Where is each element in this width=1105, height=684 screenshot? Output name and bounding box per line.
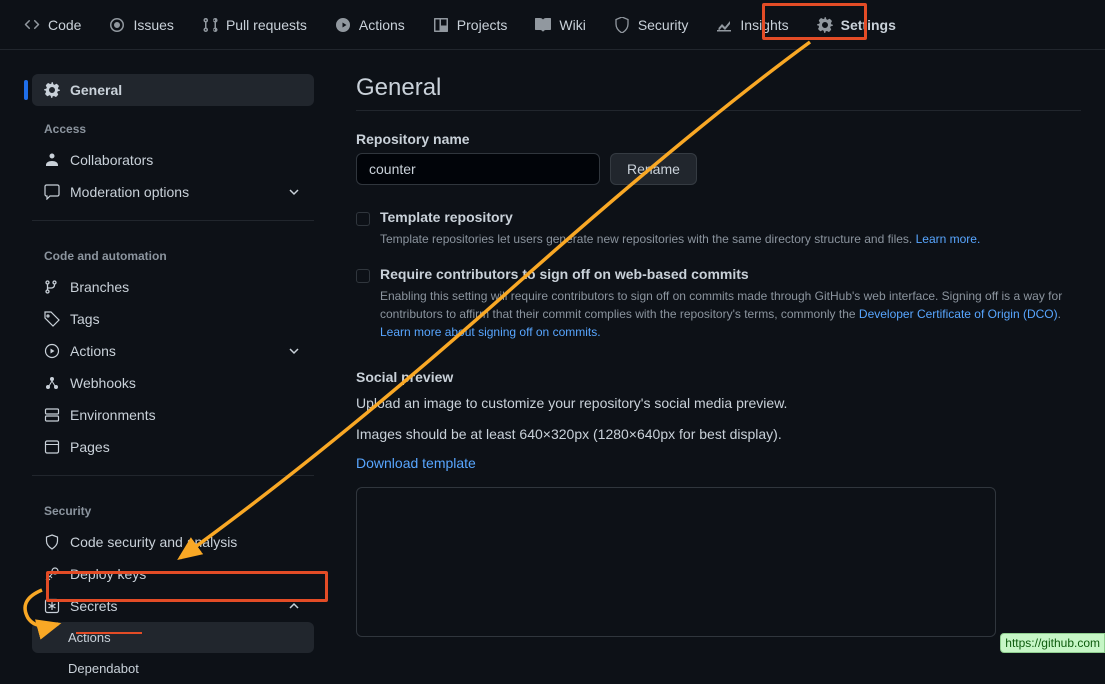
branch-icon (44, 279, 60, 295)
chevron-down-icon (286, 184, 302, 200)
server-icon (44, 407, 60, 423)
sidebar-item-tags[interactable]: Tags (32, 303, 314, 335)
sidebar-item-actions[interactable]: Actions (32, 335, 314, 367)
signoff-help: Enabling this setting will require contr… (380, 287, 1081, 341)
repo-nav: Code Issues Pull requests Actions Projec… (0, 0, 1105, 50)
sidebar-item-moderation[interactable]: Moderation options (32, 176, 314, 208)
play-icon (44, 343, 60, 359)
sidebar-sub-label: Dependabot (68, 661, 139, 676)
code-icon (24, 17, 40, 33)
repo-name-input[interactable] (356, 153, 600, 185)
tab-insights[interactable]: Insights (702, 9, 802, 41)
repo-name-label: Repository name (356, 131, 1081, 147)
tab-label: Issues (133, 17, 173, 33)
people-icon (44, 152, 60, 168)
rename-button[interactable]: Rename (610, 153, 697, 185)
social-preview-title: Social preview (356, 369, 1081, 385)
sidebar-item-label: Deploy keys (70, 566, 146, 582)
tab-wiki[interactable]: Wiki (521, 9, 599, 41)
graph-icon (716, 17, 732, 33)
divider (32, 475, 314, 476)
book-icon (535, 17, 551, 33)
comment-icon (44, 184, 60, 200)
tab-security[interactable]: Security (600, 9, 703, 41)
sidebar-item-label: Code security and analysis (70, 534, 237, 550)
tab-label: Projects (457, 17, 508, 33)
asterisk-icon (44, 598, 60, 614)
sidebar-item-label: Moderation options (70, 184, 189, 200)
projects-icon (433, 17, 449, 33)
tab-label: Insights (740, 17, 788, 33)
page-title: General (356, 74, 1081, 111)
tab-label: Settings (841, 17, 896, 33)
sidebar-sub-actions[interactable]: Actions (32, 622, 314, 653)
tab-issues[interactable]: Issues (95, 9, 187, 41)
issues-icon (109, 17, 125, 33)
main-content: General Repository name Rename Template … (330, 50, 1105, 684)
sidebar-item-branches[interactable]: Branches (32, 271, 314, 303)
download-template-link[interactable]: Download template (356, 455, 476, 471)
template-help: Template repositories let users generate… (380, 230, 1081, 248)
sidebar-item-label: Actions (70, 343, 116, 359)
learn-more-link[interactable]: Learn more. (916, 232, 981, 246)
sidebar-item-environments[interactable]: Environments (32, 399, 314, 431)
sidebar-item-general[interactable]: General (32, 74, 314, 106)
sidebar-sub-dependabot[interactable]: Dependabot (32, 653, 314, 684)
browser-icon (44, 439, 60, 455)
social-text-1: Upload an image to customize your reposi… (356, 393, 1081, 414)
shield-icon (614, 17, 630, 33)
social-text-2: Images should be at least 640×320px (128… (356, 424, 1081, 445)
play-icon (335, 17, 351, 33)
tab-projects[interactable]: Projects (419, 9, 522, 41)
dco-link[interactable]: Developer Certificate of Origin (DCO) (859, 307, 1058, 321)
tab-label: Wiki (559, 17, 585, 33)
sidebar-item-collaborators[interactable]: Collaborators (32, 144, 314, 176)
sidebar-item-secrets[interactable]: Secrets (32, 590, 314, 622)
sidebar-item-code-security[interactable]: Code security and analysis (32, 526, 314, 558)
sidebar-item-label: Tags (70, 311, 100, 327)
template-label: Template repository (380, 209, 513, 225)
tag-icon (44, 311, 60, 327)
key-icon (44, 566, 60, 582)
sidebar-item-label: Pages (70, 439, 110, 455)
sidebar-heading-security: Security (32, 488, 314, 526)
webhook-icon (44, 375, 60, 391)
sidebar-heading-access: Access (32, 106, 314, 144)
tab-pulls[interactable]: Pull requests (188, 9, 321, 41)
settings-sidebar: General Access Collaborators Moderation … (0, 50, 330, 684)
tab-settings[interactable]: Settings (803, 9, 910, 41)
tab-label: Pull requests (226, 17, 307, 33)
sidebar-item-label: Environments (70, 407, 156, 423)
sidebar-item-pages[interactable]: Pages (32, 431, 314, 463)
signoff-label: Require contributors to sign off on web-… (380, 266, 749, 282)
sidebar-item-webhooks[interactable]: Webhooks (32, 367, 314, 399)
divider (32, 220, 314, 221)
sidebar-heading-code: Code and automation (32, 233, 314, 271)
social-preview-box[interactable] (356, 487, 996, 637)
gear-icon (817, 17, 833, 33)
status-url: https://github.com (1000, 633, 1105, 653)
sidebar-sub-label: Actions (68, 630, 111, 645)
pull-request-icon (202, 17, 218, 33)
tab-label: Security (638, 17, 689, 33)
tab-label: Actions (359, 17, 405, 33)
sidebar-item-label: Webhooks (70, 375, 136, 391)
sidebar-item-label: Collaborators (70, 152, 153, 168)
signoff-checkbox[interactable] (356, 269, 370, 283)
template-checkbox[interactable] (356, 212, 370, 226)
chevron-down-icon (286, 343, 302, 359)
sidebar-item-label: General (70, 82, 122, 98)
gear-icon (44, 82, 60, 98)
chevron-up-icon (286, 598, 302, 614)
sidebar-item-label: Branches (70, 279, 129, 295)
tab-actions[interactable]: Actions (321, 9, 419, 41)
tab-label: Code (48, 17, 81, 33)
shield-icon (44, 534, 60, 550)
signoff-learn-more-link[interactable]: Learn more about signing off on commits. (380, 325, 601, 339)
sidebar-item-deploy-keys[interactable]: Deploy keys (32, 558, 314, 590)
tab-code[interactable]: Code (10, 9, 95, 41)
sidebar-item-label: Secrets (70, 598, 117, 614)
